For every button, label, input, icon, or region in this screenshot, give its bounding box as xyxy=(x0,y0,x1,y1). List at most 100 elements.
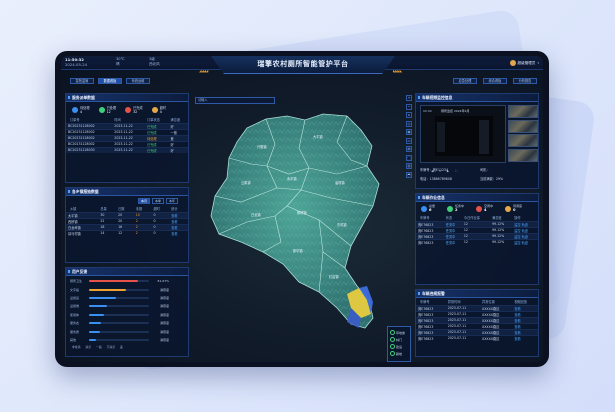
vehicle-stats: 总量 6 任务中 2 空闲中 4 待调度 0 xyxy=(416,202,538,212)
fullscreen-icon[interactable]: ⛶ xyxy=(455,169,457,173)
feedback-label: 服务质 xyxy=(70,329,80,334)
monitor-track-links[interactable]: 监控 轨迹 xyxy=(513,238,538,246)
map-region-label: 云集镇 xyxy=(241,180,251,185)
list-icon[interactable]: ▤ xyxy=(406,146,412,152)
video-player[interactable]: 00:00 厕所监控 2024年4月 ◀ ⏸ ▶ ⛶ xyxy=(420,105,506,173)
table-row[interactable]: BC20231128030 2023-11-22 已完成好 xyxy=(66,146,188,153)
frame-icon[interactable]: ⬚ xyxy=(406,154,412,161)
chevron-down-icon[interactable]: ▾ xyxy=(537,61,539,65)
nav-tab-system-ops[interactable]: 系统运维 xyxy=(126,78,150,84)
map-region-label: 红岩镇 xyxy=(329,274,339,279)
driver-label: 司机： xyxy=(480,168,490,172)
stat-in-task: 任务中 2 xyxy=(447,204,464,212)
order-status-summary: 待处理 4 已处理 12 已完成 32 超时 4 xyxy=(66,102,188,115)
locate-icon[interactable]: ◎ xyxy=(406,120,412,127)
stat-value: 6 xyxy=(429,207,432,212)
layers-icon[interactable]: ▦ xyxy=(406,129,412,135)
service-orders-panel: 服务派单数据 待处理 4 已处理 12 已完成 32 超时 4 订单号 时间 订单状态 … xyxy=(65,93,189,183)
feedback-value: 满意度 xyxy=(159,287,169,292)
stat-idle: 空闲中 4 xyxy=(476,204,493,212)
nav-tab-overview[interactable]: 综合看板 xyxy=(483,78,507,84)
feedback-value: 满意度 xyxy=(159,337,169,342)
feedback-label: 服务态 xyxy=(70,321,80,326)
feedback-value: 满意度 xyxy=(159,304,169,309)
dashboard-screen: 兴隆镇 大平镇 云集镇 永丰镇 庙坝镇 白龙镇 柳林镇 东风镇 新华镇 红岩镇 … xyxy=(61,56,543,362)
tab-month[interactable]: 本月 xyxy=(138,198,151,204)
zoom-out-icon[interactable]: − xyxy=(406,103,412,110)
camera-thumbnail[interactable] xyxy=(508,134,538,147)
panel-title: 车辆作业信息 xyxy=(416,194,538,202)
map-region-label: 兴隆镇 xyxy=(257,144,267,149)
feedback-bar-track xyxy=(89,280,149,283)
feedback-bar-row: 使用体 满意度 xyxy=(66,311,188,319)
zoom-in-icon[interactable]: + xyxy=(406,95,412,101)
legend-marker xyxy=(390,344,395,349)
tab-quarter[interactable]: 本季 xyxy=(152,198,165,204)
feedback-bar-fill xyxy=(89,280,138,283)
feedback-value: 满意度 xyxy=(159,321,169,326)
feedback-bar-row: 其他 满意度 xyxy=(66,336,188,344)
map-search-input[interactable]: 请输入 xyxy=(195,97,275,104)
cell-time: 2023-11-22 xyxy=(113,146,147,153)
split-icon[interactable]: ⬒ xyxy=(406,171,412,178)
grid-icon[interactable]: ▥ xyxy=(406,163,412,169)
home-icon[interactable]: ⌂ xyxy=(406,112,412,118)
user-name[interactable]: 超级管理员 xyxy=(518,61,536,66)
nav-tab-smart-supervision[interactable]: 智慧监管 xyxy=(70,78,94,84)
camera-thumbnail[interactable] xyxy=(508,105,538,118)
nav-tab-data-board[interactable]: 数据看板 xyxy=(98,78,122,84)
feedback-bar-row: 厕所卫生 81.67% xyxy=(66,277,188,285)
legend-label: 耕地 xyxy=(396,351,403,356)
clock-widget: 11:50:32 2024-05-24 xyxy=(65,57,87,67)
legend-label: 草地类 xyxy=(396,330,406,335)
cell-location: XXXXX路边 xyxy=(481,334,514,341)
feedback-value: 81.67% xyxy=(157,279,169,284)
feedback-label: 文字提 xyxy=(70,287,80,292)
legend-marker xyxy=(390,351,395,356)
cell-plate: 冀E76823 xyxy=(416,334,447,341)
panel-title: 各乡镇报抽数据 xyxy=(66,188,188,196)
avatar[interactable] xyxy=(509,60,516,66)
stat-dot xyxy=(505,205,512,212)
status-value: 4 xyxy=(80,110,83,114)
camera-thumbnails xyxy=(508,105,538,163)
cell-reported: 12 xyxy=(117,229,135,236)
tab-year[interactable]: 本年 xyxy=(166,198,179,204)
phone-label: 电话： xyxy=(420,177,430,181)
driver-info: 司机： xyxy=(480,167,490,172)
map-region-label: 白龙镇 xyxy=(251,212,261,217)
title-decor-stripes: ◣◣◣◣ xyxy=(393,69,402,73)
map-toolbar: + − ⌂ ◎ ▦ ▭ ▤ ⬚ ▥ ⬒ xyxy=(406,95,414,180)
feedback-bar-row: 服务质 满意度 xyxy=(66,327,188,335)
camera-thumbnail[interactable] xyxy=(508,119,538,133)
legend-item: 非常满 xyxy=(72,345,81,350)
page-title: 瑞擎农村厕所智能管护平台 xyxy=(257,60,349,68)
document-icon[interactable]: ▭ xyxy=(406,137,412,144)
table-row: 冀E76823 2023-07-11 XXXXX路边 查看 xyxy=(416,334,538,341)
feedback-bars: 厕所卫生 81.67% 文字提 满意度 设施运 满意度 设施维 满意度 使用体 满意度 服务态 满意度… xyxy=(66,276,188,344)
weather-widget: 30℃ 晴 xyxy=(116,57,125,67)
legend-item: 林门 xyxy=(390,336,408,343)
vehicle-operations-panel: 车辆作业信息 总量 6 任务中 2 空闲中 4 待调度 0 车牌号 状态 今日作业量 满… xyxy=(415,193,539,285)
nav-tab-emergency[interactable]: 应急处理 xyxy=(453,78,477,84)
feedback-label: 设施维 xyxy=(70,304,80,309)
feedback-value: 满意度 xyxy=(159,312,169,317)
town-report-panel: 各乡镇报抽数据 本月 本季 本年 乡镇 总量 已报 未报 超时 统计 太平镇 30… xyxy=(65,187,189,263)
stat-value: 2 xyxy=(455,207,458,212)
cell-town: 耳马村镇 xyxy=(66,229,100,236)
status-processed: 已处理 12 xyxy=(98,105,116,114)
view-link[interactable]: 查看 xyxy=(170,229,188,236)
cell-order-no: BC20231128030 xyxy=(66,146,114,153)
map-region-label: 东风镇 xyxy=(337,222,347,227)
table-row: 冀E76823 任务中 12 99.12% 监控 轨迹 xyxy=(416,238,538,246)
phone-info: 电话：13866789608 xyxy=(420,176,452,181)
phone-value: 13866789608 xyxy=(429,177,452,181)
load-info: 当前满载：29% xyxy=(480,176,503,181)
nav-tab-report[interactable]: 分析报告 xyxy=(513,78,537,84)
status-overdue: 超时 4 xyxy=(151,105,166,114)
playback-link[interactable]: 查看 xyxy=(513,334,538,341)
vehicle-alarm-panel: 车辆违规报警 车牌号 异常时间 异常位置 视频回放 冀E76823 2023-07… xyxy=(415,289,539,357)
feedback-bar-row: 文字提 满意度 xyxy=(66,285,188,293)
camera-thumbnail[interactable] xyxy=(508,148,538,162)
user-menu[interactable]: 超级管理员 ▾ xyxy=(509,59,539,67)
